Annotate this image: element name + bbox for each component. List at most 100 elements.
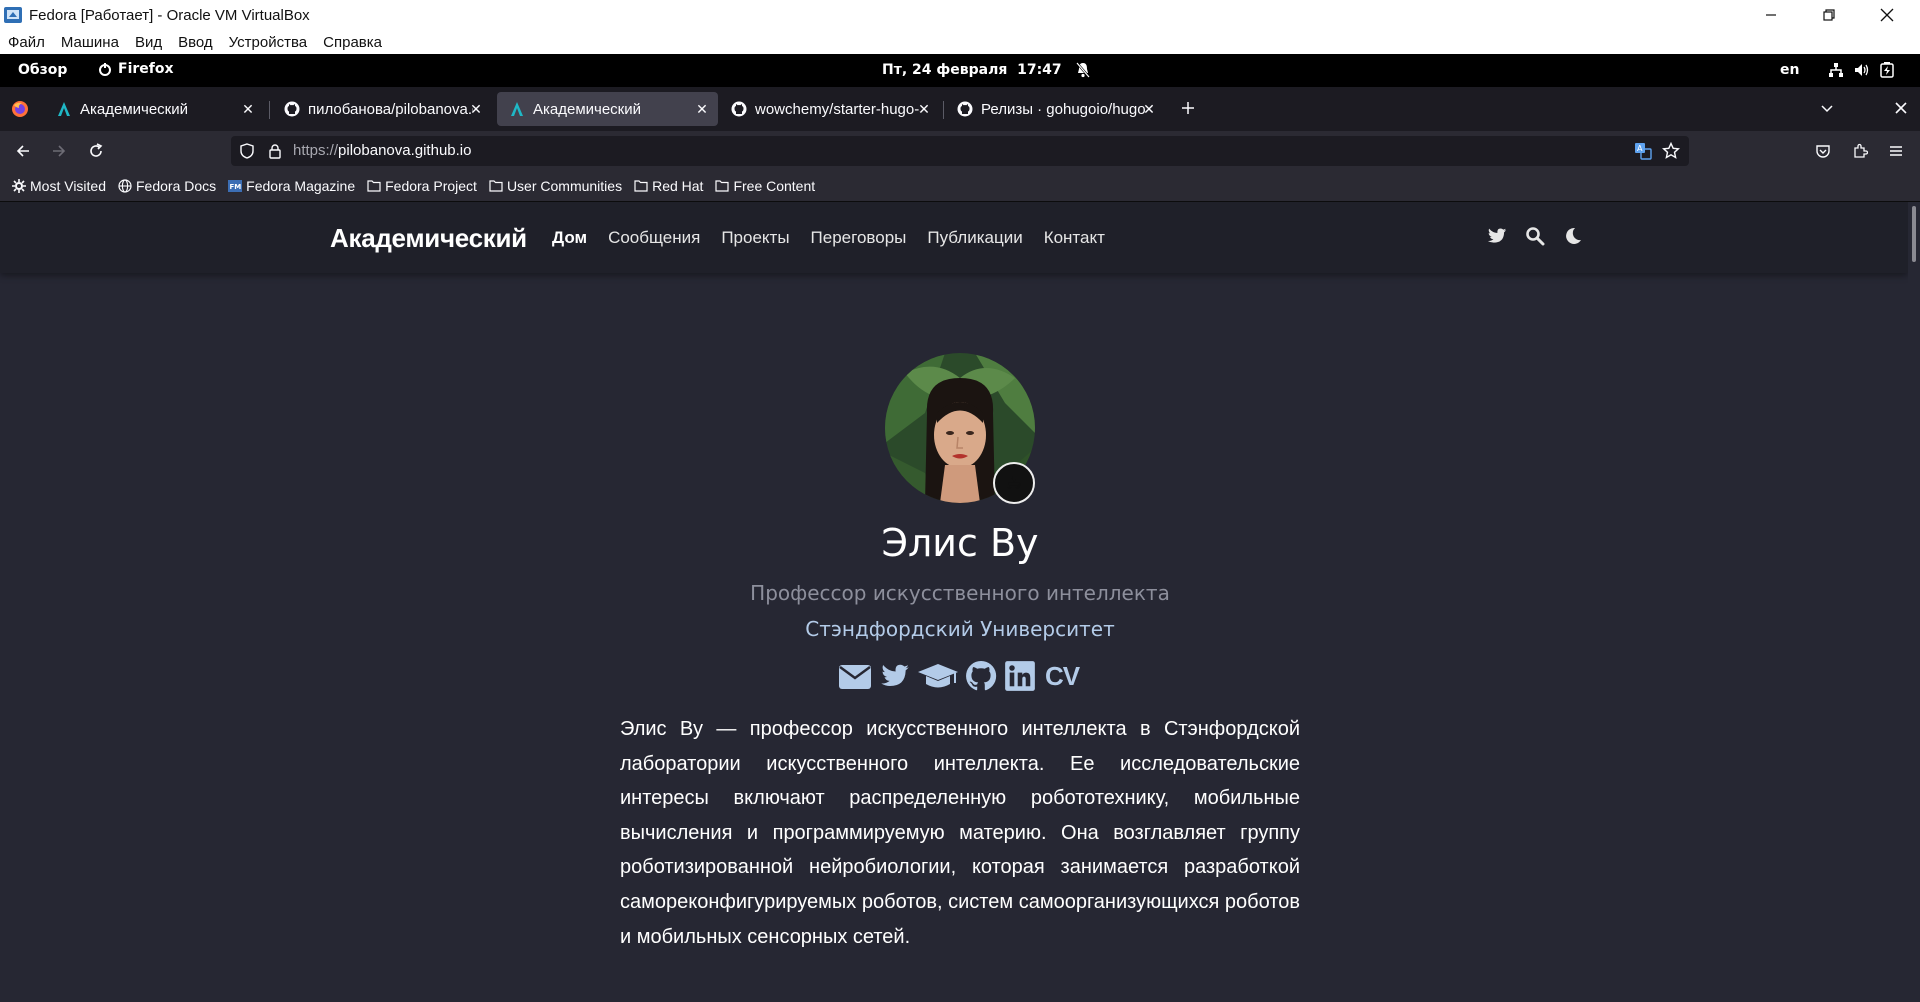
app-menu-button[interactable]: Firefox xyxy=(98,61,174,77)
close-tab-icon[interactable]: ✕ xyxy=(240,101,256,117)
status-emoji-badge: ☕ xyxy=(993,462,1035,504)
cv-link[interactable]: CV xyxy=(1045,661,1080,692)
tab-github-pilobanova[interactable]: пилобанова/pilobanova.gith ✕ xyxy=(272,92,492,126)
clock-text: Пт, 24 февраля 17:47 xyxy=(882,62,1062,78)
tab-academic-active[interactable]: Академический ✕ xyxy=(497,92,718,126)
reload-button[interactable] xyxy=(82,137,110,165)
power-icon xyxy=(99,62,111,76)
twitter-icon[interactable] xyxy=(1487,226,1507,246)
svg-text:A: A xyxy=(1637,144,1643,153)
reload-icon xyxy=(90,143,103,157)
bookmark-folder-fedora-project[interactable]: Fedora Project xyxy=(367,178,477,194)
menu-view[interactable]: Вид xyxy=(135,34,162,51)
bookmark-fedora-magazine[interactable]: FM Fedora Magazine xyxy=(228,178,355,194)
pocket-button[interactable] xyxy=(1809,137,1837,165)
activities-button[interactable]: Обзор xyxy=(18,62,67,78)
close-tab-icon[interactable]: ✕ xyxy=(916,101,932,117)
bookmark-folder-red-hat[interactable]: Red Hat xyxy=(634,178,703,194)
menu-input[interactable]: Ввод xyxy=(178,34,213,51)
gear-icon xyxy=(12,179,26,193)
lock-icon[interactable] xyxy=(267,143,283,159)
close-tab-icon[interactable]: ✕ xyxy=(694,101,710,117)
forward-button[interactable] xyxy=(45,137,73,165)
bookmark-folder-free-content[interactable]: Free Content xyxy=(715,178,815,194)
minimize-button[interactable] xyxy=(1748,0,1794,30)
bookmark-folder-user-communities[interactable]: User Communities xyxy=(489,178,622,194)
tab-github-wowchemy[interactable]: wowchemy/starter-hugo-ac ✕ xyxy=(719,92,940,126)
browser-navigation-bar: https://pilobanova.github.io A xyxy=(0,131,1920,171)
menu-file[interactable]: Файл xyxy=(8,34,45,51)
envelope-icon[interactable] xyxy=(837,661,873,691)
firefox-view-button[interactable] xyxy=(11,100,29,118)
tab-divider xyxy=(943,101,944,119)
academic-logo-icon xyxy=(58,102,70,116)
menu-help[interactable]: Справка xyxy=(323,34,382,51)
close-icon xyxy=(1895,102,1907,114)
github-icon[interactable] xyxy=(963,660,999,692)
page-scrollbar[interactable] xyxy=(1908,202,1920,1002)
tab-title: пилобанова/pilobanova.gith xyxy=(308,100,473,118)
author-role: Профессор искусственного интеллекта xyxy=(750,581,1170,605)
nav-link-publications[interactable]: Публикации xyxy=(927,228,1022,248)
twitter-icon[interactable] xyxy=(877,661,913,691)
github-icon xyxy=(731,101,747,117)
firefox-logo-icon xyxy=(12,101,28,117)
web-page-content: Академический Дом Сообщения Проекты Пере… xyxy=(0,202,1920,1002)
url-protocol: https:// xyxy=(293,142,339,159)
menu-devices[interactable]: Устройства xyxy=(229,34,307,51)
folder-icon xyxy=(367,180,381,192)
site-brand-link[interactable]: Академический xyxy=(330,223,527,254)
system-menu-button[interactable] xyxy=(1828,62,1894,78)
translate-icon[interactable]: A xyxy=(1634,142,1652,160)
new-tab-button[interactable] xyxy=(1180,100,1196,116)
graduation-cap-icon[interactable] xyxy=(917,661,959,691)
restore-button[interactable] xyxy=(1806,0,1852,30)
bookmark-most-visited[interactable]: Most Visited xyxy=(12,178,106,194)
url-text[interactable]: https://pilobanova.github.io xyxy=(293,142,471,159)
close-tab-icon[interactable]: ✕ xyxy=(1141,101,1157,117)
battery-icon xyxy=(1880,62,1894,78)
author-organization-link[interactable]: Стэндфордский Университет xyxy=(0,617,1920,641)
author-name: Элис Ву xyxy=(881,521,1039,565)
site-main-menu: Дом Сообщения Проекты Переговоры Публика… xyxy=(552,228,1126,248)
extensions-button[interactable] xyxy=(1846,137,1874,165)
linkedin-icon[interactable] xyxy=(1003,660,1037,692)
bookmark-fedora-docs[interactable]: Fedora Docs xyxy=(118,178,216,194)
bookmark-label: Most Visited xyxy=(30,178,106,194)
bookmark-label: User Communities xyxy=(506,178,623,194)
globe-icon xyxy=(118,179,132,193)
svg-text:FM: FM xyxy=(230,183,242,191)
search-icon[interactable] xyxy=(1525,226,1545,246)
site-navbar: Академический Дом Сообщения Проекты Пере… xyxy=(0,202,1908,273)
bookmark-label: Fedora Magazine xyxy=(246,178,356,194)
clock-button[interactable]: Пт, 24 февраля 17:47 xyxy=(882,62,1090,78)
back-button[interactable] xyxy=(9,137,37,165)
nav-link-talks[interactable]: Переговоры xyxy=(811,228,907,248)
bookmark-star-icon[interactable] xyxy=(1662,142,1680,160)
close-window-button[interactable] xyxy=(1864,0,1910,30)
keyboard-layout-indicator[interactable]: en xyxy=(1780,62,1799,78)
nav-link-posts[interactable]: Сообщения xyxy=(608,228,700,248)
github-icon xyxy=(284,101,300,117)
tab-academic-1[interactable]: Академический ✕ xyxy=(44,92,264,126)
nav-link-contact[interactable]: Контакт xyxy=(1044,228,1105,248)
close-browser-button[interactable] xyxy=(1894,101,1908,115)
menu-machine[interactable]: Машина xyxy=(61,34,119,51)
github-icon xyxy=(957,101,973,117)
url-bar[interactable]: https://pilobanova.github.io A xyxy=(231,136,1689,166)
vbox-window-title: Fedora [Работает] - Oracle VM VirtualBox xyxy=(29,6,310,24)
close-icon xyxy=(1880,8,1894,22)
bookmark-label: Fedora Docs xyxy=(136,178,217,194)
nav-link-projects[interactable]: Проекты xyxy=(721,228,789,248)
app-menu-button[interactable] xyxy=(1882,137,1910,165)
tab-github-hugo-releases[interactable]: Релизы · gohugoio/hugo ✕ xyxy=(945,92,1165,126)
gnome-top-bar: Обзор Firefox Пт, 24 февраля 17:47 en xyxy=(0,54,1920,87)
tracking-protection-shield-icon[interactable] xyxy=(239,143,255,159)
fedora-magazine-icon: FM xyxy=(228,180,243,192)
url-host: pilobanova.github.io xyxy=(338,142,472,159)
scrollbar-thumb[interactable] xyxy=(1912,206,1916,262)
moon-icon[interactable] xyxy=(1563,226,1583,246)
close-tab-icon[interactable]: ✕ xyxy=(468,101,484,117)
list-all-tabs-button[interactable] xyxy=(1819,100,1835,116)
nav-link-home[interactable]: Дом xyxy=(552,228,587,248)
